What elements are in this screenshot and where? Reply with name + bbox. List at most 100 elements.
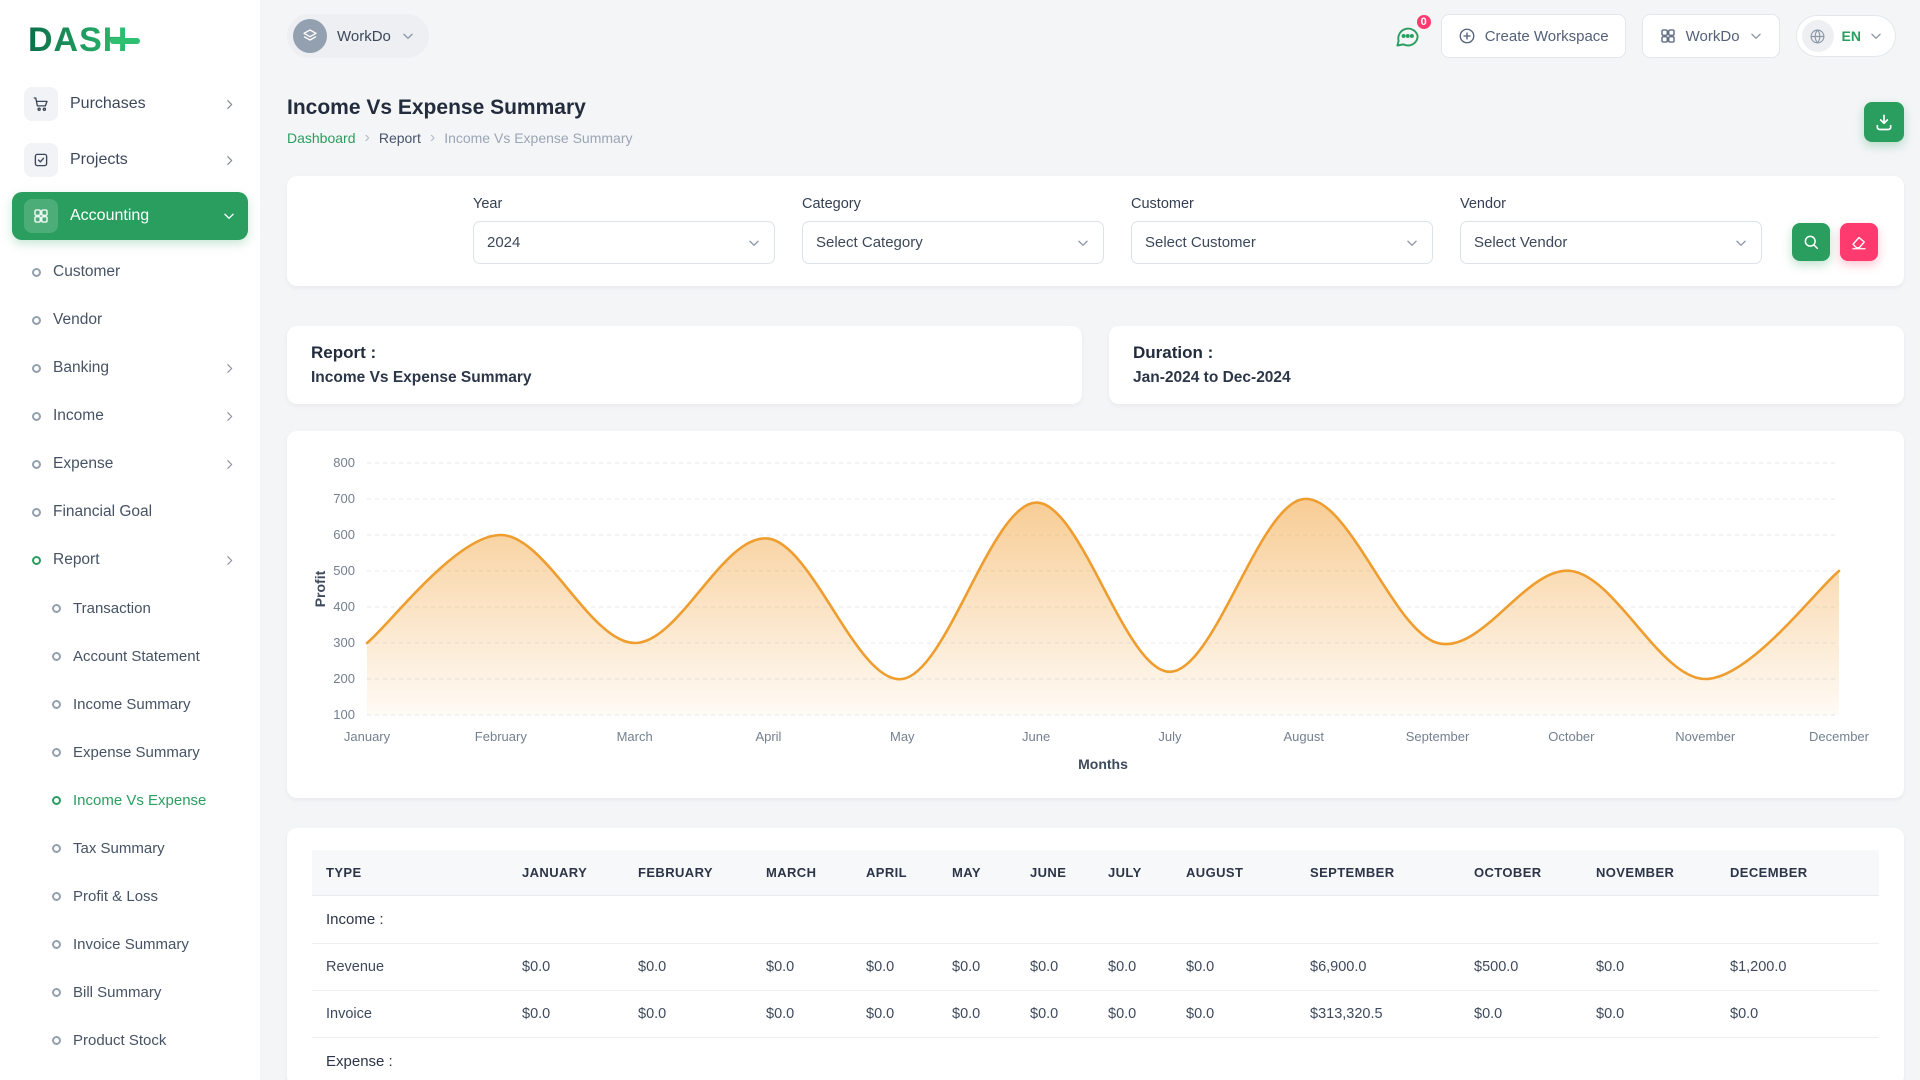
bullet-ring-icon [52, 844, 61, 853]
sidebar-item-vendor[interactable]: Vendor [12, 296, 248, 344]
bullet-ring-icon [52, 604, 61, 613]
sidebar: DASH Purchases Projects Accounting Customer… [0, 0, 260, 1080]
sidebar-item-financial-goal[interactable]: Financial Goal [12, 488, 248, 536]
sidebar-item-product-stock[interactable]: Product Stock [12, 1016, 248, 1064]
category-select[interactable]: Select Category [802, 221, 1104, 264]
accounting-grid-icon [24, 199, 58, 233]
create-workspace-button[interactable]: Create Workspace [1441, 14, 1626, 58]
sidebar-item-accounting[interactable]: Accounting [12, 192, 248, 240]
year-select[interactable]: 2024 [473, 221, 775, 264]
filter-year: Year2024 [473, 196, 775, 264]
selected-value: Select Customer [1145, 234, 1256, 251]
filter-card: Year2024CategorySelect CategoryCustomerS… [287, 176, 1904, 286]
bullet-ring-icon [52, 892, 61, 901]
bullet-ring-icon [52, 988, 61, 997]
breadcrumb: Dashboard›Report›Income Vs Expense Summa… [287, 130, 632, 146]
filter-actions [1792, 223, 1878, 261]
sidebar-item-label: Bill Summary [73, 984, 161, 1001]
svg-text:700: 700 [333, 491, 355, 506]
bullet-ring-icon [52, 748, 61, 757]
chart-card: 100200300400500600700800JanuaryFebruaryM… [287, 431, 1904, 798]
sidebar-item-income-summary[interactable]: Income Summary [12, 680, 248, 728]
sidebar-item-report[interactable]: Report [12, 536, 248, 584]
sidebar-item-invoice-summary[interactable]: Invoice Summary [12, 920, 248, 968]
main-content: Income Vs Expense Summary Dashboard › Repo… [260, 72, 1920, 1080]
breadcrumb-link[interactable]: Dashboard [287, 130, 356, 146]
reset-filter-button[interactable] [1840, 223, 1878, 261]
sidebar-item-tax-summary[interactable]: Tax Summary [12, 824, 248, 872]
selected-value: Select Vendor [1474, 234, 1567, 251]
customer-select[interactable]: Select Customer [1131, 221, 1433, 264]
vendor-select[interactable]: Select Vendor [1460, 221, 1762, 264]
chevron-down-icon [1734, 236, 1748, 250]
sidebar-item-projects[interactable]: Projects [12, 136, 248, 184]
sidebar-item-label: Banking [53, 359, 109, 377]
sidebar-item-label: Purchases [70, 95, 146, 113]
workspace-switcher[interactable]: WorkDo [287, 14, 429, 58]
sidebar-item-expense-summary[interactable]: Expense Summary [12, 728, 248, 776]
sidebar-item-banking[interactable]: Banking [12, 344, 248, 392]
apply-filter-button[interactable] [1792, 223, 1830, 261]
sidebar-item-label: Income Summary [73, 696, 191, 713]
column-header-october: OCTOBER [1464, 850, 1586, 896]
value-cell: $0.0 [856, 944, 942, 991]
messages-button[interactable]: 0 [1390, 19, 1425, 54]
sidebar-item-label: Report [53, 551, 100, 569]
column-header-february: FEBRUARY [628, 850, 756, 896]
table-section-row: Income : [312, 896, 1879, 944]
duration-card-value: Jan-2024 to Dec-2024 [1133, 369, 1880, 387]
bullet-ring-icon [52, 796, 61, 805]
svg-text:September: September [1406, 729, 1470, 744]
bullet-ring-icon [32, 412, 41, 421]
create-workspace-label: Create Workspace [1485, 28, 1609, 45]
sidebar-item-income[interactable]: Income [12, 392, 248, 440]
breadcrumb-separator: › [365, 130, 370, 146]
chevron-down-icon [1749, 29, 1763, 43]
filter-label: Vendor [1460, 196, 1762, 212]
sidebar-item-income-vs-expense[interactable]: Income Vs Expense [12, 776, 248, 824]
filter-customer: CustomerSelect Customer [1131, 196, 1433, 264]
sidebar-item-profit-loss[interactable]: Profit & Loss [12, 872, 248, 920]
chevron-down-icon [1405, 236, 1419, 250]
sidebar-item-label: Invoice Summary [73, 936, 189, 953]
sidebar-item-purchases[interactable]: Purchases [12, 80, 248, 128]
value-cell: $0.0 [512, 944, 628, 991]
app-logo[interactable]: DASH [12, 12, 128, 68]
bullet-ring-icon [32, 508, 41, 517]
download-icon [1874, 112, 1894, 132]
sidebar-item-account-statement[interactable]: Account Statement [12, 632, 248, 680]
sidebar-item-label: Transaction [73, 600, 151, 617]
clipboard-check-icon [24, 143, 58, 177]
breadcrumb-link[interactable]: Report [379, 130, 421, 146]
sidebar-item-expense[interactable]: Expense [12, 440, 248, 488]
sidebar-item-cash-flow[interactable]: Cash Flow [12, 1064, 248, 1080]
filter-fields: Year2024CategorySelect CategoryCustomerS… [473, 196, 1762, 264]
sidebar-item-bill-summary[interactable]: Bill Summary [12, 968, 248, 1016]
selected-value: 2024 [487, 234, 520, 251]
duration-card-title: Duration : [1133, 343, 1880, 363]
bullet-ring-icon [32, 556, 41, 565]
breadcrumb-current: Income Vs Expense Summary [444, 130, 632, 146]
column-header-june: JUNE [1020, 850, 1098, 896]
column-header-type: TYPE [312, 850, 512, 896]
value-cell: $0.0 [942, 944, 1020, 991]
report-card-value: Income Vs Expense Summary [311, 369, 1058, 387]
sidebar-item-customer[interactable]: Customer [12, 248, 248, 296]
table-row: Invoice$0.0$0.0$0.0$0.0$0.0$0.0$0.0$0.0$… [312, 991, 1879, 1038]
summary-table-card: TYPEJANUARYFEBRUARYMARCHAPRILMAYJUNEJULY… [287, 828, 1904, 1080]
svg-text:April: April [755, 729, 781, 744]
download-button[interactable] [1864, 102, 1904, 142]
chevron-right-icon [223, 154, 236, 167]
value-cell: $0.0 [1464, 991, 1586, 1038]
workdo-apps-button[interactable]: WorkDo [1642, 14, 1780, 58]
column-header-november: NOVEMBER [1586, 850, 1720, 896]
sidebar-item-label: Account Statement [73, 648, 200, 665]
language-selector[interactable]: EN [1796, 15, 1896, 57]
grid-icon [1659, 27, 1677, 45]
bullet-ring-icon [32, 316, 41, 325]
chevron-down-icon [222, 209, 236, 223]
sidebar-item-transaction[interactable]: Transaction [12, 584, 248, 632]
table-section-row: Expense : [312, 1038, 1879, 1080]
bullet-ring-icon [52, 700, 61, 709]
svg-text:August: August [1283, 729, 1324, 744]
